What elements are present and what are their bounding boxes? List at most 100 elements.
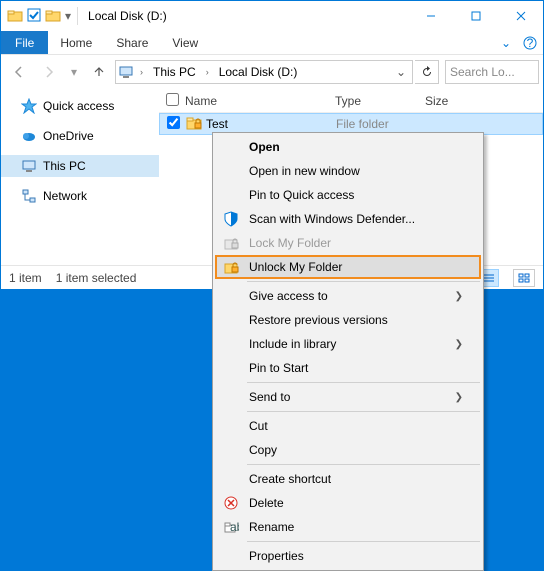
column-size[interactable]: Size (425, 94, 543, 108)
menu-item-restore-previous-versions[interactable]: Restore previous versions (215, 308, 481, 332)
menu-item-label: Pin to Start (249, 361, 463, 375)
menu-item-label: Scan with Windows Defender... (249, 212, 463, 226)
help-icon[interactable]: ? (517, 31, 543, 54)
refresh-button[interactable] (415, 60, 439, 84)
column-name[interactable]: Name (185, 94, 335, 108)
menu-separator (247, 541, 480, 542)
menu-item-label: Lock My Folder (249, 236, 463, 250)
cloud-icon (21, 128, 37, 144)
column-type[interactable]: Type (335, 94, 425, 108)
file-type: File folder (336, 117, 426, 131)
sidebar-item-network[interactable]: Network (1, 185, 159, 207)
tab-view[interactable]: View (160, 31, 210, 54)
separator (77, 7, 78, 25)
menu-item-copy[interactable]: Copy (215, 438, 481, 462)
menu-item-label: Properties (249, 549, 463, 563)
maximize-button[interactable] (453, 1, 498, 31)
address-dropdown-icon[interactable]: ⌄ (392, 65, 410, 79)
sidebar-item-label: OneDrive (43, 129, 94, 143)
menu-separator (247, 411, 480, 412)
item-count: 1 item (9, 271, 42, 285)
qat-customize-icon[interactable]: ▾ (65, 9, 71, 23)
sidebar-item-this-pc[interactable]: This PC (1, 155, 159, 177)
address-bar[interactable]: › This PC › Local Disk (D:) ⌄ (115, 60, 413, 84)
menu-item-label: Unlock My Folder (249, 260, 463, 274)
blank-icon (221, 137, 241, 157)
unlock-icon (221, 257, 241, 277)
menu-item-label: Send to (249, 390, 447, 404)
menu-item-label: Give access to (249, 289, 447, 303)
thumbnails-view-button[interactable] (513, 269, 535, 287)
address-row: ▾ › This PC › Local Disk (D:) ⌄ Search L… (1, 55, 543, 89)
menu-item-scan-with-windows-defender[interactable]: Scan with Windows Defender... (215, 207, 481, 231)
menu-item-create-shortcut[interactable]: Create shortcut (215, 467, 481, 491)
menu-item-send-to[interactable]: Send to❯ (215, 385, 481, 409)
minimize-button[interactable] (408, 1, 453, 31)
close-button[interactable] (498, 1, 543, 31)
breadcrumb-path[interactable]: Local Disk (D:) (215, 65, 302, 79)
delete-icon (221, 493, 241, 513)
menu-item-label: Open (249, 140, 463, 154)
menu-item-label: Pin to Quick access (249, 188, 463, 202)
blank-icon (221, 185, 241, 205)
blank-icon (221, 358, 241, 378)
pc-icon (118, 64, 134, 80)
sidebar-item-label: Network (43, 189, 87, 203)
menu-item-label: Include in library (249, 337, 447, 351)
chevron-right-icon[interactable]: › (204, 67, 211, 77)
ribbon-tabs: File Home Share View ⌄ ? (1, 31, 543, 55)
blank-icon (221, 310, 241, 330)
file-name: Test (206, 117, 228, 131)
menu-separator (247, 382, 480, 383)
menu-item-label: Rename (249, 520, 463, 534)
menu-item-label: Cut (249, 419, 463, 433)
star-icon (21, 98, 37, 114)
menu-item-pin-to-quick-access[interactable]: Pin to Quick access (215, 183, 481, 207)
qat-checkbox-icon[interactable] (27, 8, 41, 25)
menu-item-give-access-to[interactable]: Give access to❯ (215, 284, 481, 308)
blank-icon (221, 161, 241, 181)
ribbon-expand-icon[interactable]: ⌄ (495, 31, 517, 54)
menu-item-rename[interactable]: ab Rename (215, 515, 481, 539)
tab-home[interactable]: Home (48, 31, 104, 54)
window-buttons (408, 1, 543, 31)
blank-icon (221, 469, 241, 489)
blank-icon (221, 546, 241, 566)
sidebar-item-onedrive[interactable]: OneDrive (1, 125, 159, 147)
menu-item-delete[interactable]: Delete (215, 491, 481, 515)
menu-item-pin-to-start[interactable]: Pin to Start (215, 356, 481, 380)
blank-icon (221, 286, 241, 306)
menu-item-open[interactable]: Open (215, 135, 481, 159)
rename-icon: ab (221, 517, 241, 537)
forward-button[interactable] (35, 59, 63, 85)
lock-icon (221, 233, 241, 253)
blank-icon (221, 416, 241, 436)
row-checkbox[interactable] (167, 116, 180, 129)
tab-share[interactable]: Share (104, 31, 160, 54)
select-all-checkbox[interactable] (166, 93, 179, 106)
search-input[interactable]: Search Lo... (445, 60, 539, 84)
selection-count: 1 item selected (56, 271, 137, 285)
menu-item-properties[interactable]: Properties (215, 544, 481, 568)
menu-item-label: Create shortcut (249, 472, 463, 486)
menu-item-include-in-library[interactable]: Include in library ❯ (215, 332, 481, 356)
menu-item-open-in-new-window[interactable]: Open in new window (215, 159, 481, 183)
locked-folder-icon (186, 115, 202, 134)
menu-separator (247, 281, 480, 282)
menu-item-lock-my-folder: Lock My Folder (215, 231, 481, 255)
recent-button[interactable]: ▾ (65, 59, 83, 85)
menu-item-unlock-my-folder[interactable]: Unlock My Folder (215, 255, 481, 279)
file-tab[interactable]: File (1, 31, 48, 54)
blank-icon (221, 440, 241, 460)
menu-item-label: Open in new window (249, 164, 463, 178)
svg-text:?: ? (527, 36, 534, 50)
breadcrumb-root[interactable]: This PC (149, 65, 200, 79)
sidebar-item-quick-access[interactable]: Quick access (1, 95, 159, 117)
submenu-arrow-icon: ❯ (455, 339, 463, 350)
up-button[interactable] (85, 59, 113, 85)
menu-item-cut[interactable]: Cut (215, 414, 481, 438)
qat-folder-icon[interactable] (45, 8, 61, 24)
titlebar: ▾ Local Disk (D:) (1, 1, 543, 31)
chevron-right-icon[interactable]: › (138, 67, 145, 77)
back-button[interactable] (5, 59, 33, 85)
